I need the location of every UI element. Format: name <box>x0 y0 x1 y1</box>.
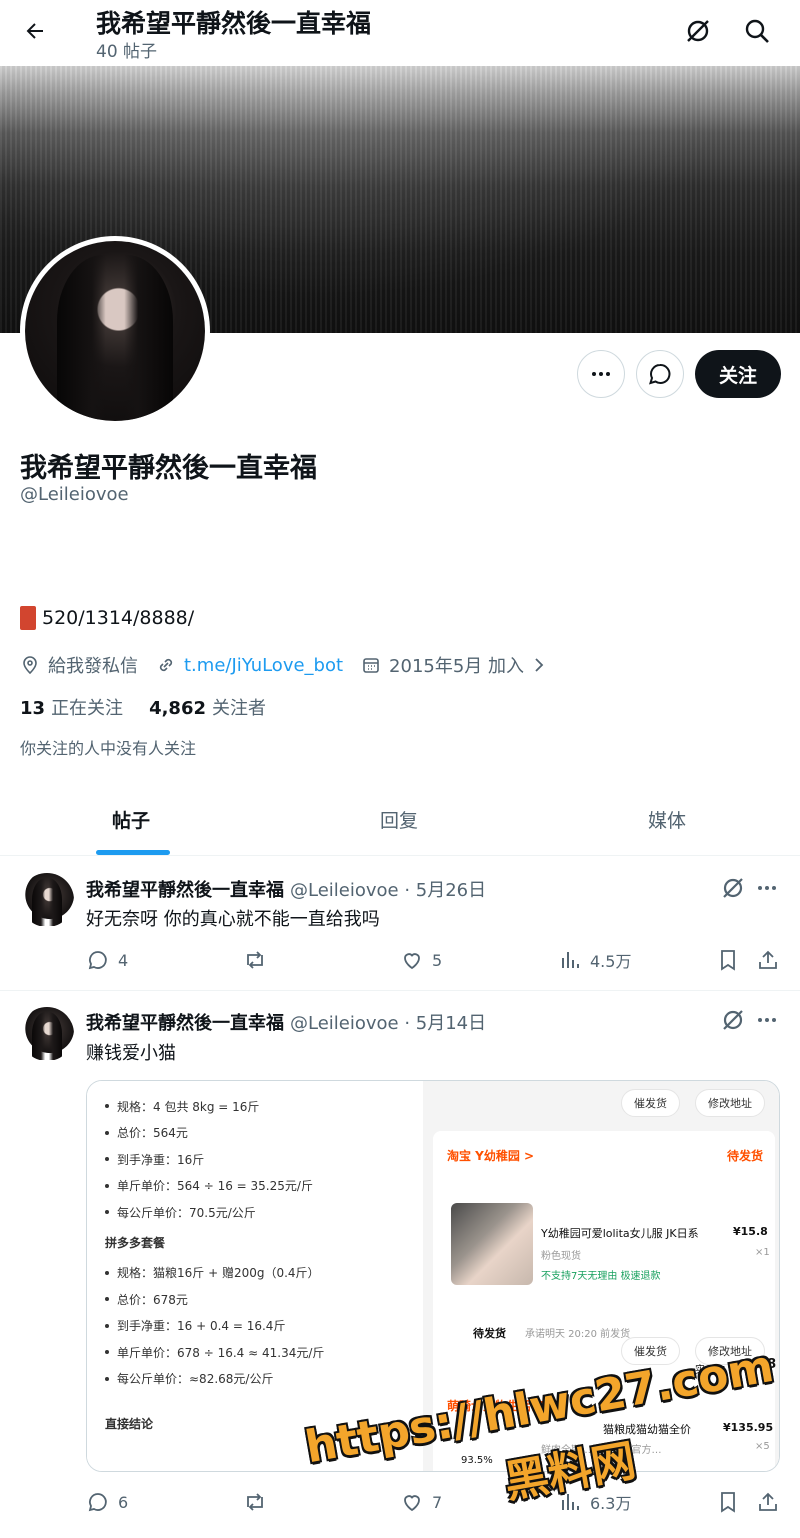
post-header: 我希望平靜然後一直幸福 @Leileiovoe · 5月14日 <box>86 1009 486 1035</box>
followers-stat[interactable]: 4,862 关注者 <box>149 694 266 720</box>
post-header: 我希望平靜然後一直幸福 @Leileiovoe · 5月26日 <box>86 876 486 902</box>
repost-icon <box>247 951 263 969</box>
post-meta: @Leileiovoe · 5月14日 <box>290 1013 487 1034</box>
brick-emoji-icon <box>20 606 36 630</box>
location-text: 給我發私信 <box>48 656 138 677</box>
website-link[interactable]: t.me/JiYuLove_bot <box>184 655 343 676</box>
active-tab-indicator <box>96 850 170 855</box>
repost-button[interactable] <box>242 1487 276 1517</box>
website-item[interactable]: t.me/JiYuLove_bot <box>156 655 343 676</box>
repost-button[interactable] <box>242 945 276 975</box>
post-text: 好无奈呀 你的真心就不能一直给我吗 <box>86 909 380 930</box>
reply-button[interactable]: 4 <box>86 945 128 975</box>
bookmark-icon <box>721 1492 735 1513</box>
followed-by-note: 你关注的人中没有人关注 <box>20 739 197 758</box>
link-icon <box>159 658 173 672</box>
bookmark-button[interactable] <box>716 945 740 975</box>
profile-bio: 520/1314/8888/ <box>20 606 194 630</box>
message-button[interactable] <box>636 350 684 398</box>
bio-text: 520/1314/8888/ <box>42 607 195 629</box>
post-more-icon[interactable] <box>752 874 782 902</box>
post-actions: 6 7 6.3万 <box>86 1487 786 1517</box>
tab-media[interactable]: 媒体 <box>648 806 686 833</box>
top-bar: 我希望平靜然後一直幸福 40 帖子 <box>0 0 800 66</box>
post-avatar[interactable] <box>20 1007 74 1061</box>
repost-icon <box>247 1493 263 1511</box>
tab-replies[interactable]: 回复 <box>380 806 418 833</box>
back-arrow-icon[interactable] <box>18 14 52 48</box>
follow-stats: 13 正在关注 4,862 关注者 <box>20 694 266 720</box>
views-button[interactable]: 4.5万 <box>558 945 631 975</box>
chevron-right-icon <box>535 658 544 672</box>
reply-button[interactable]: 6 <box>86 1487 128 1517</box>
follow-button[interactable]: 关注 <box>695 350 781 398</box>
share-button[interactable] <box>756 945 780 975</box>
post-actions: 4 5 4.5万 <box>86 945 786 975</box>
reply-icon <box>88 951 107 970</box>
post-media-image[interactable]: 规格：4 包共 8kg = 16斤 总价：564元 到手净重：16斤 单斤单价：… <box>86 1080 780 1472</box>
like-button[interactable]: 5 <box>400 945 442 975</box>
joined-text: 2015年5月 加入 <box>389 656 525 677</box>
views-button[interactable]: 6.3万 <box>558 1487 631 1517</box>
bookmark-button[interactable] <box>716 1487 740 1517</box>
more-options-button[interactable] <box>577 350 625 398</box>
post-avatar[interactable] <box>20 873 74 927</box>
analytics-icon <box>562 1494 579 1510</box>
post-meta: @Leileiovoe · 5月26日 <box>290 880 487 901</box>
like-button[interactable]: 7 <box>400 1487 442 1517</box>
post-more-icon[interactable] <box>752 1006 782 1034</box>
following-stat[interactable]: 13 正在关注 <box>20 694 123 720</box>
heart-icon <box>404 953 420 970</box>
post-text: 赚钱爱小猫 <box>86 1043 176 1064</box>
location-pin-icon <box>23 656 37 675</box>
heart-icon <box>404 1495 420 1512</box>
post-author-name[interactable]: 我希望平靜然後一直幸福 <box>86 876 284 902</box>
header-post-count: 40 帖子 <box>96 42 158 62</box>
profile-tabs: 帖子 回复 媒体 <box>0 790 800 856</box>
header-title: 我希望平靜然後一直幸福 <box>96 9 372 38</box>
share-icon <box>759 1492 777 1511</box>
post-divider <box>0 990 800 991</box>
post-author-name[interactable]: 我希望平靜然後一直幸福 <box>86 1009 284 1035</box>
tab-posts[interactable]: 帖子 <box>112 806 150 833</box>
share-icon <box>759 950 777 969</box>
media-left-panel: 规格：4 包共 8kg = 16斤 总价：564元 到手净重：16斤 单斤单价：… <box>87 1081 423 1471</box>
media-right-panel: 催发货 修改地址 淘宝 Y幼稚园 > 待发货 Y幼稚园可爱lolita女儿服 J… <box>423 1081 779 1471</box>
calendar-icon <box>363 658 379 673</box>
grok-icon[interactable] <box>683 16 713 46</box>
grok-icon[interactable] <box>719 1006 747 1034</box>
search-icon[interactable] <box>742 16 772 46</box>
profile-handle: @Leileiovoe <box>20 484 129 505</box>
joined-item[interactable]: 2015年5月 加入 <box>361 652 546 678</box>
profile-meta: 給我發私信 t.me/JiYuLove_bot 2015年5月 加入 <box>20 650 564 680</box>
grok-icon[interactable] <box>719 874 747 902</box>
analytics-icon <box>562 952 579 968</box>
location-item: 給我發私信 <box>20 652 138 678</box>
bookmark-icon <box>721 950 735 971</box>
reply-icon <box>88 1493 107 1512</box>
profile-avatar[interactable] <box>20 236 210 426</box>
share-button[interactable] <box>756 1487 780 1517</box>
profile-display-name: 我希望平靜然後一直幸福 <box>20 453 317 484</box>
